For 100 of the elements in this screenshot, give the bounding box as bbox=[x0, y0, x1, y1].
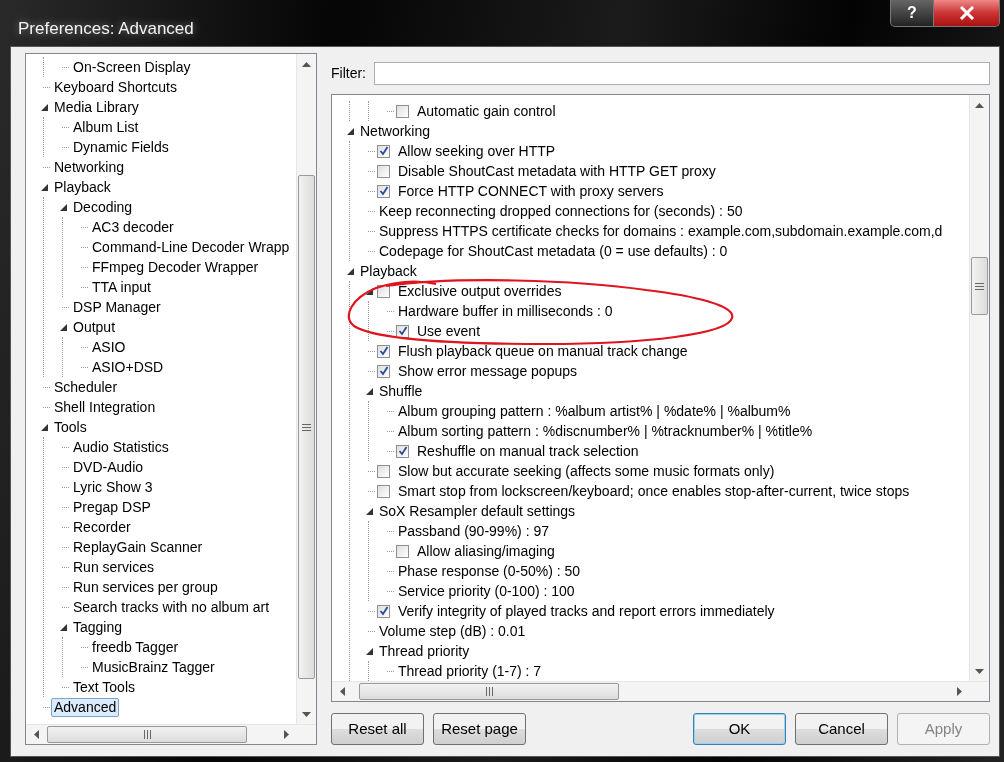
tree-item[interactable]: DVD-Audio bbox=[70, 457, 147, 477]
dialog-button[interactable]: OK bbox=[693, 713, 786, 745]
scroll-thumb[interactable] bbox=[971, 257, 988, 315]
checkbox[interactable] bbox=[396, 544, 409, 558]
close-button[interactable] bbox=[934, 0, 1000, 27]
checkbox[interactable] bbox=[377, 364, 390, 378]
setting-group[interactable]: Playback bbox=[357, 261, 420, 281]
collapse-icon[interactable] bbox=[60, 203, 67, 211]
tree-item[interactable]: TTA input bbox=[89, 277, 154, 297]
close-icon bbox=[957, 6, 976, 20]
tree-item[interactable]: Run services per group bbox=[70, 577, 221, 597]
horizontal-scrollbar[interactable] bbox=[332, 681, 989, 701]
setting-value: Codepage for ShoutCast metadata (0 = use defaults) : 0 bbox=[378, 241, 729, 261]
tree-item[interactable]: Command-Line Decoder Wrapp bbox=[89, 237, 293, 257]
tree-item[interactable]: Shell Integration bbox=[51, 397, 159, 417]
collapse-icon[interactable] bbox=[347, 267, 354, 275]
filter-label: Filter: bbox=[331, 63, 366, 83]
tree-item[interactable]: FFmpeg Decoder Wrapper bbox=[89, 257, 262, 277]
grip-icon bbox=[485, 687, 493, 696]
scroll-left-icon bbox=[33, 730, 39, 739]
checkbox[interactable] bbox=[377, 604, 390, 618]
tree-item[interactable]: Recorder bbox=[70, 517, 134, 537]
tree-item[interactable]: DSP Manager bbox=[70, 297, 164, 317]
dialog-button[interactable]: Reset page bbox=[433, 713, 526, 745]
setting-label: Exclusive output overrides bbox=[397, 281, 563, 301]
tree-item[interactable]: Output bbox=[70, 317, 119, 337]
vertical-scrollbar[interactable] bbox=[296, 54, 316, 724]
collapse-icon[interactable] bbox=[41, 423, 48, 431]
tree-item[interactable]: Album List bbox=[70, 117, 142, 137]
collapse-icon[interactable] bbox=[60, 623, 67, 631]
scroll-down-icon bbox=[302, 711, 311, 717]
grip-icon bbox=[975, 282, 984, 290]
tree-item[interactable]: Pregap DSP bbox=[70, 497, 154, 517]
checkbox[interactable] bbox=[396, 324, 409, 338]
tree-item[interactable]: MusicBrainz Tagger bbox=[89, 657, 218, 677]
tree-item[interactable]: Tagging bbox=[70, 617, 126, 637]
tree-item[interactable]: Keyboard Shortcuts bbox=[51, 77, 180, 97]
scroll-left-icon bbox=[339, 687, 345, 696]
checkbox[interactable] bbox=[377, 164, 390, 178]
checkbox[interactable] bbox=[377, 144, 390, 158]
help-button[interactable]: ? bbox=[890, 0, 934, 27]
setting-label: Reshuffle on manual track selection bbox=[416, 441, 640, 461]
setting-group[interactable]: Shuffle bbox=[376, 381, 426, 401]
checkbox[interactable] bbox=[396, 104, 409, 118]
setting-label: Smart stop from lockscreen/keyboard; once enables stop-after-current, twice stops bbox=[397, 481, 911, 501]
dialog-button[interactable]: Reset all bbox=[331, 713, 424, 745]
scroll-thumb[interactable] bbox=[359, 683, 619, 700]
checkbox[interactable] bbox=[377, 464, 390, 478]
setting-value: Album sorting pattern : %discnumber% | %tracknumber% | %title% bbox=[397, 421, 814, 441]
scroll-thumb[interactable] bbox=[47, 726, 247, 743]
setting-label: Automatic gain control bbox=[416, 101, 557, 121]
setting-group[interactable]: Thread priority bbox=[376, 641, 473, 661]
collapse-icon[interactable] bbox=[60, 323, 67, 331]
collapse-icon[interactable] bbox=[41, 103, 48, 111]
tree-item[interactable]: AC3 decoder bbox=[89, 217, 177, 237]
tree-item[interactable]: Playback bbox=[51, 177, 114, 197]
setting-group[interactable]: SoX Resampler default settings bbox=[376, 501, 579, 521]
filter-field[interactable] bbox=[374, 61, 990, 85]
tree-item[interactable]: Advanced bbox=[51, 697, 120, 717]
setting-value: Thread priority (1-7) : 7 bbox=[397, 661, 543, 681]
checkbox[interactable] bbox=[377, 344, 390, 358]
tree-item[interactable]: freedb Tagger bbox=[89, 637, 182, 657]
setting-value: Service priority (0-100) : 100 bbox=[397, 581, 576, 601]
tree-item[interactable]: Search tracks with no album art bbox=[70, 597, 273, 617]
tree-item[interactable]: Dynamic Fields bbox=[70, 137, 172, 157]
collapse-icon[interactable] bbox=[366, 507, 373, 515]
scroll-down-icon bbox=[975, 668, 984, 674]
checkbox[interactable] bbox=[377, 484, 390, 498]
tree-item[interactable]: Scheduler bbox=[51, 377, 121, 397]
tree-item[interactable]: Networking bbox=[51, 157, 128, 177]
setting-label: Flush playback queue on manual track change bbox=[397, 341, 689, 361]
tree-item[interactable]: Run services bbox=[70, 557, 157, 577]
tree-item[interactable]: Audio Statistics bbox=[70, 437, 172, 457]
tree-item[interactable]: On-Screen Display bbox=[70, 57, 194, 77]
tree-item[interactable]: Lyric Show 3 bbox=[70, 477, 156, 497]
checkbox[interactable] bbox=[377, 184, 390, 198]
setting-group[interactable]: Networking bbox=[357, 121, 434, 141]
setting-label: Use event bbox=[416, 321, 482, 341]
tree-item[interactable]: Tools bbox=[51, 417, 90, 437]
tree-item[interactable]: Text Tools bbox=[70, 677, 138, 697]
scroll-thumb[interactable] bbox=[298, 175, 315, 679]
tree-item[interactable]: ReplayGain Scanner bbox=[70, 537, 206, 557]
tree-item[interactable]: Media Library bbox=[51, 97, 142, 117]
tree-item[interactable]: ASIO bbox=[89, 337, 129, 357]
collapse-icon[interactable] bbox=[41, 183, 48, 191]
setting-label: Force HTTP CONNECT with proxy servers bbox=[397, 181, 665, 201]
collapse-icon[interactable] bbox=[347, 127, 354, 135]
collapse-icon[interactable] bbox=[366, 387, 373, 395]
tree-item[interactable]: Decoding bbox=[70, 197, 136, 217]
collapse-icon[interactable] bbox=[366, 647, 373, 655]
setting-label: Slow but accurate seeking (affects some music formats only) bbox=[397, 461, 776, 481]
scroll-right-icon bbox=[283, 730, 289, 739]
setting-label: Allow seeking over HTTP bbox=[397, 141, 557, 161]
scroll-up-icon bbox=[302, 61, 311, 67]
setting-label: Disable ShoutCast metadata with HTTP GET proxy bbox=[397, 161, 717, 181]
tree-item[interactable]: ASIO+DSD bbox=[89, 357, 167, 377]
horizontal-scrollbar[interactable] bbox=[26, 724, 316, 744]
dialog-button[interactable]: Cancel bbox=[795, 713, 888, 745]
checkbox[interactable] bbox=[396, 444, 409, 458]
vertical-scrollbar[interactable] bbox=[969, 95, 989, 681]
